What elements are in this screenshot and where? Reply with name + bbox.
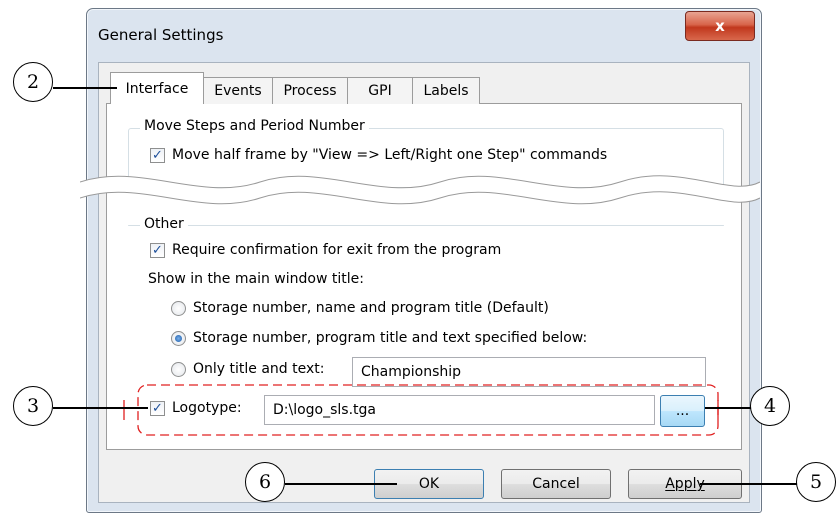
callout-2: 2 — [13, 62, 53, 102]
cancel-label: Cancel — [532, 476, 580, 492]
callout-2-leader — [53, 87, 117, 89]
tab-labels[interactable]: Labels — [412, 77, 480, 104]
require-confirmation-label: Require confirmation for exit from the p… — [172, 242, 502, 258]
radio-program-title-text[interactable] — [171, 331, 186, 346]
content-break-indicator — [80, 175, 760, 205]
radio-only-title-text[interactable] — [171, 362, 186, 377]
ok-label: OK — [418, 476, 440, 492]
callout-6: 6 — [245, 462, 285, 502]
tab-process[interactable]: Process — [272, 77, 348, 104]
radio-program-title-text-label: Storage number, program title and text s… — [193, 330, 588, 346]
radio-only-title-text-label: Only title and text: — [193, 361, 325, 377]
move-steps-group-label: Move Steps and Period Number — [140, 118, 369, 134]
logotype-highlight-frame — [123, 384, 719, 436]
callout-6-leader — [285, 483, 397, 485]
callout-3-leader — [53, 407, 148, 409]
show-title-label: Show in the main window title: — [148, 271, 364, 287]
close-button[interactable]: x — [685, 11, 755, 41]
callout-4: 4 — [750, 386, 790, 426]
other-group-top-line — [128, 225, 724, 226]
require-confirmation-checkbox[interactable]: ✓ — [150, 243, 165, 258]
tab-label: Process — [283, 83, 337, 99]
callout-3: 3 — [13, 386, 53, 426]
dialog-title: General Settings — [98, 26, 224, 44]
tab-label: Labels — [423, 83, 469, 99]
tab-interface[interactable]: Interface — [110, 72, 204, 104]
radio-default-title[interactable] — [171, 301, 186, 316]
callout-5-leader — [700, 483, 797, 485]
apply-label: Apply — [665, 476, 705, 492]
checkmark-icon: ✓ — [152, 243, 163, 258]
tab-events[interactable]: Events — [203, 77, 273, 104]
tab-label: GPI — [368, 83, 392, 99]
callout-4-leader — [705, 407, 751, 409]
close-icon: x — [715, 17, 725, 35]
cancel-button[interactable]: Cancel — [501, 469, 611, 499]
callout-5: 5 — [796, 462, 836, 502]
tab-label: Events — [214, 83, 262, 99]
tab-gpi[interactable]: GPI — [347, 77, 413, 104]
tab-label: Interface — [125, 80, 189, 97]
radio-default-title-label: Storage number, name and program title (… — [193, 300, 549, 316]
